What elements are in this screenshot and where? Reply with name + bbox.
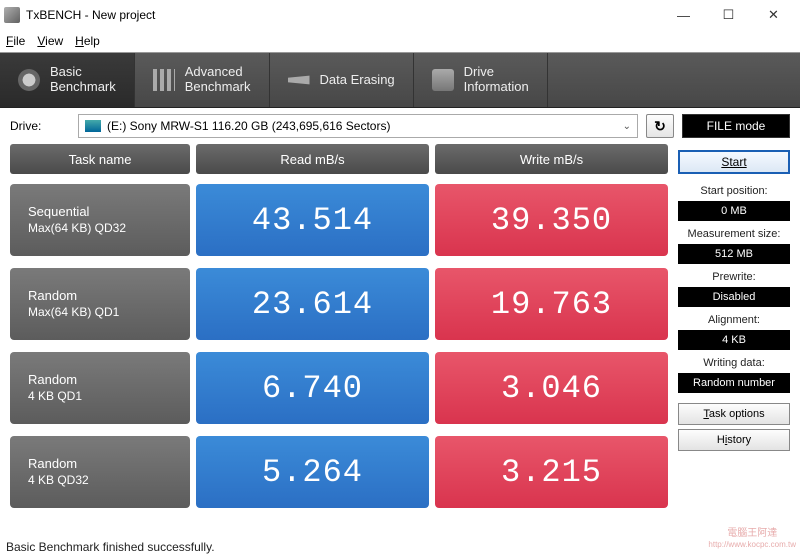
startpos-value[interactable]: 0 MB bbox=[678, 201, 790, 221]
read-value: 23.614 bbox=[196, 268, 429, 340]
disk-icon bbox=[85, 120, 101, 132]
write-value: 39.350 bbox=[435, 184, 668, 256]
read-value: 5.264 bbox=[196, 436, 429, 508]
table-row: SequentialMax(64 KB) QD3243.51439.350 bbox=[10, 184, 668, 256]
meassize-label: Measurement size: bbox=[678, 228, 790, 240]
drive-icon bbox=[432, 69, 454, 91]
drive-label: Drive: bbox=[10, 119, 70, 133]
refresh-button[interactable]: ↻ bbox=[646, 114, 674, 138]
task-name-cell: Random4 KB QD1 bbox=[10, 352, 190, 424]
write-value: 3.046 bbox=[435, 352, 668, 424]
toolbar: BasicBenchmark AdvancedBenchmark Data Er… bbox=[0, 52, 800, 108]
wdata-label: Writing data: bbox=[678, 357, 790, 369]
chevron-down-icon: ⌄ bbox=[623, 121, 631, 132]
close-button[interactable]: ✕ bbox=[751, 1, 796, 29]
write-value: 19.763 bbox=[435, 268, 668, 340]
bars-icon bbox=[153, 69, 175, 91]
drive-selected-text: (E:) Sony MRW-S1 116.20 GB (243,695,616 … bbox=[107, 119, 390, 133]
tab-advanced-benchmark[interactable]: AdvancedBenchmark bbox=[135, 53, 270, 107]
wdata-value[interactable]: Random number bbox=[678, 373, 790, 393]
table-row: Random4 KB QD16.7403.046 bbox=[10, 352, 668, 424]
read-value: 6.740 bbox=[196, 352, 429, 424]
menu-view[interactable]: View bbox=[37, 34, 63, 48]
results-table: Task name Read mB/s Write mB/s Sequentia… bbox=[10, 144, 668, 520]
startpos-label: Start position: bbox=[678, 185, 790, 197]
history-button[interactable]: History bbox=[678, 429, 790, 451]
menu-file[interactable]: File bbox=[6, 34, 25, 48]
menu-help[interactable]: Help bbox=[75, 34, 100, 48]
task-name-cell: RandomMax(64 KB) QD1 bbox=[10, 268, 190, 340]
task-options-button[interactable]: Task options bbox=[678, 403, 790, 425]
align-label: Alignment: bbox=[678, 314, 790, 326]
tab-drive-information[interactable]: DriveInformation bbox=[414, 53, 548, 107]
table-row: RandomMax(64 KB) QD123.61419.763 bbox=[10, 268, 668, 340]
tab-data-erasing[interactable]: Data Erasing bbox=[270, 53, 414, 107]
gauge-icon bbox=[18, 69, 40, 91]
read-value: 43.514 bbox=[196, 184, 429, 256]
watermark: 電腦王阿達http://www.kocpc.com.tw bbox=[708, 528, 796, 550]
col-task: Task name bbox=[10, 144, 190, 174]
drive-select[interactable]: (E:) Sony MRW-S1 116.20 GB (243,695,616 … bbox=[78, 114, 638, 138]
menubar: File View Help bbox=[0, 30, 800, 52]
statusbar: Basic Benchmark finished successfully. bbox=[6, 540, 215, 554]
start-button[interactable]: Start bbox=[678, 150, 790, 174]
col-read: Read mB/s bbox=[196, 144, 429, 174]
erase-icon bbox=[288, 69, 310, 91]
filemode-button[interactable]: FILE mode bbox=[682, 114, 790, 138]
refresh-icon: ↻ bbox=[654, 118, 666, 135]
minimize-button[interactable]: — bbox=[661, 1, 706, 29]
maximize-button[interactable]: ☐ bbox=[706, 1, 751, 29]
prewrite-label: Prewrite: bbox=[678, 271, 790, 283]
write-value: 3.215 bbox=[435, 436, 668, 508]
meassize-value[interactable]: 512 MB bbox=[678, 244, 790, 264]
align-value[interactable]: 4 KB bbox=[678, 330, 790, 350]
window-title: TxBENCH - New project bbox=[26, 8, 661, 22]
titlebar: TxBENCH - New project — ☐ ✕ bbox=[0, 0, 800, 30]
task-name-cell: SequentialMax(64 KB) QD32 bbox=[10, 184, 190, 256]
app-icon bbox=[4, 7, 20, 23]
drive-row: Drive: (E:) Sony MRW-S1 116.20 GB (243,6… bbox=[0, 108, 800, 144]
table-row: Random4 KB QD325.2643.215 bbox=[10, 436, 668, 508]
tab-basic-benchmark[interactable]: BasicBenchmark bbox=[0, 53, 135, 107]
prewrite-value[interactable]: Disabled bbox=[678, 287, 790, 307]
side-panel: Start Start position: 0 MB Measurement s… bbox=[678, 144, 790, 520]
col-write: Write mB/s bbox=[435, 144, 668, 174]
task-name-cell: Random4 KB QD32 bbox=[10, 436, 190, 508]
